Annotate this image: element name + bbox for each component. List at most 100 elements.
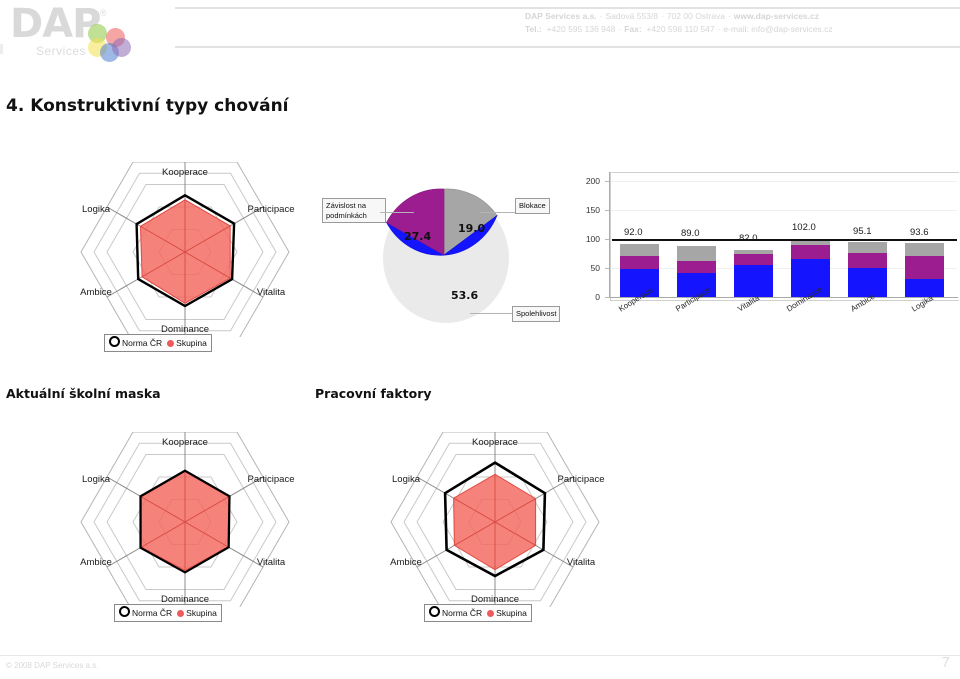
bar-value-ambice: 95.1 <box>853 226 872 237</box>
radar-top-legend: Norma ČR Skupina <box>104 334 212 352</box>
bar-segment-zavislost <box>620 256 659 269</box>
radar-axis-label-participace: Participace <box>248 474 295 485</box>
dap-logo: DAP ® Services <box>8 2 133 64</box>
header-contact-line-2: Tel.: +420 595 136 948 · Fax: +420 596 110… <box>525 23 833 34</box>
bar-value-participace: 89.0 <box>681 228 700 239</box>
pie-value-spolehlivost: 53.6 <box>451 289 479 302</box>
page-title: 4. Konstruktivní typy chování <box>6 96 289 116</box>
radar-axis-label-vitalita: Vitalita <box>257 557 286 568</box>
bar-value-logika: 93.6 <box>910 227 929 238</box>
fax-number: +420 596 110 547 <box>646 23 715 34</box>
radar-axis-label-vitalita: Vitalita <box>257 287 286 298</box>
stacked-bar-chart: 200 150 100 50 0 92.0 89.0 82.0 102.0 95… <box>568 172 960 337</box>
bar-segment-blokace <box>848 242 887 253</box>
bar-value-kooperace: 92.0 <box>624 227 643 238</box>
pie-leader-blokace <box>480 212 515 213</box>
pie-leader-spolehlivost <box>470 313 512 314</box>
bar-segment-blokace <box>734 250 773 254</box>
bar-ambice <box>848 242 887 297</box>
header-contact-line-1: DAP Services a.s. · Sadová 553/8 · 702 00 Os… <box>525 11 819 21</box>
bar-segment-zavislost <box>677 261 716 273</box>
legend-norma-label: Norma ČR <box>132 608 173 618</box>
company-city: 702 00 Ostrava <box>666 11 725 21</box>
subsection-label-right: Pracovní faktory <box>315 386 432 401</box>
tel-number: +420 595 136 948 <box>546 23 616 34</box>
bar-segment-blokace <box>620 244 659 256</box>
bar-segment-spolehlivost <box>734 265 773 297</box>
radar-axis-label-logika: Logika <box>82 474 111 485</box>
bar-vitalita <box>734 250 773 297</box>
legend-norma-icon <box>119 606 130 617</box>
left-edge-marker <box>0 44 3 54</box>
bar-x-axis <box>610 297 958 298</box>
radar-chart-bottom-right: Kooperace Participace Vitalita Dominance… <box>370 432 620 622</box>
company-email[interactable]: e-mail: info@dap-services.cz <box>723 24 832 34</box>
legend-skupina-icon <box>167 340 175 347</box>
bar-dominance <box>791 239 830 297</box>
bar-norm-reference-line <box>612 239 957 241</box>
legend-norma-icon <box>109 336 120 347</box>
legend-norma-label: Norma ČR <box>442 608 483 618</box>
bar-segment-blokace <box>677 246 716 261</box>
bar-y-axis <box>609 172 610 298</box>
bar-ytick-label-100: 100 <box>585 234 600 244</box>
bar-segment-blokace <box>905 243 944 256</box>
radar-axis-label-participace: Participace <box>248 204 295 215</box>
pie-callout-zavislost: Závislost na podmínkách <box>322 198 386 223</box>
bar-segment-zavislost <box>905 256 944 279</box>
radar-axis-label-kooperace: Kooperace <box>162 167 208 178</box>
legend-skupina-label: Skupina <box>496 608 527 618</box>
logo-subtitle: Services <box>36 44 87 58</box>
radar-axis-label-ambice: Ambice <box>390 557 422 568</box>
pie-callout-blokace: Blokace <box>515 198 550 214</box>
header-rule-bottom <box>175 46 960 48</box>
footer-page-number: 7 <box>941 654 950 671</box>
company-website[interactable]: www.dap-services.cz <box>734 11 819 21</box>
logo-registered-mark: ® <box>100 8 107 18</box>
bar-gridline-150 <box>611 210 957 211</box>
bar-value-dominance: 102.0 <box>792 222 816 233</box>
logo-wordmark: DAP <box>10 1 101 47</box>
legend-norma-label: Norma ČR <box>122 338 163 348</box>
legend-skupina-icon <box>177 610 185 617</box>
bar-segment-zavislost <box>848 253 887 268</box>
radar-bottom-left-legend: Norma ČR Skupina <box>114 604 222 622</box>
header-contact-block: DAP Services a.s. · Sadová 553/8 · 702 00 Os… <box>525 10 955 35</box>
slide-page: DAP ® Services DAP Services a.s. · Sadová … <box>0 0 960 679</box>
radar-axis-label-ambice: Ambice <box>80 557 112 568</box>
pie-leader-zavislost <box>380 212 414 213</box>
bar-ytick-label-0: 0 <box>595 292 600 302</box>
radar-axis-label-kooperace: Kooperace <box>162 437 208 448</box>
bar-gridline-200 <box>611 181 957 182</box>
bar-value-vitalita: 82.0 <box>739 233 758 244</box>
bar-ytick-label-200: 200 <box>585 176 600 186</box>
logo-blobs-icon <box>88 24 133 64</box>
bar-kooperace <box>620 244 659 297</box>
company-street: Sadová 553/8 <box>605 11 658 21</box>
radar-axis-label-participace: Participace <box>558 474 605 485</box>
company-name: DAP Services a.s. <box>525 11 597 21</box>
radar-bottom-right-legend: Norma ČR Skupina <box>424 604 532 622</box>
pie-value-zavislost: 27.4 <box>404 230 432 243</box>
bar-logika <box>905 243 944 297</box>
pie-callout-spolehlivost: Spolehlivost <box>512 306 561 322</box>
subsection-label-left: Aktuální školní maska <box>6 386 161 401</box>
bar-segment-spolehlivost <box>848 268 887 297</box>
logo-blob-purple <box>112 38 131 57</box>
pie-value-blokace: 19.0 <box>458 222 486 235</box>
legend-norma-icon <box>429 606 440 617</box>
footer-copyright: © 2008 DAP Services a.s. <box>6 661 99 670</box>
bar-segment-zavislost <box>791 245 830 259</box>
page-header: DAP ® Services DAP Services a.s. · Sadová … <box>0 0 960 70</box>
radar-axis-label-kooperace: Kooperace <box>472 437 518 448</box>
bar-ytick-label-50: 50 <box>590 263 600 273</box>
bar-segment-spolehlivost <box>905 279 944 297</box>
radar-chart-bottom-left: Kooperace Participace Vitalita Dominance… <box>60 432 310 622</box>
radar-axis-label-logika: Logika <box>82 204 111 215</box>
radar-axis-label-ambice: Ambice <box>80 287 112 298</box>
legend-skupina-label: Skupina <box>186 608 217 618</box>
legend-skupina-label: Skupina <box>176 338 207 348</box>
radar-chart-top: Kooperace Participace Vitalita Dominance… <box>60 162 310 352</box>
radar-top-svg: Kooperace Participace Vitalita Dominance… <box>80 162 295 337</box>
radar-axis-label-logika: Logika <box>392 474 421 485</box>
